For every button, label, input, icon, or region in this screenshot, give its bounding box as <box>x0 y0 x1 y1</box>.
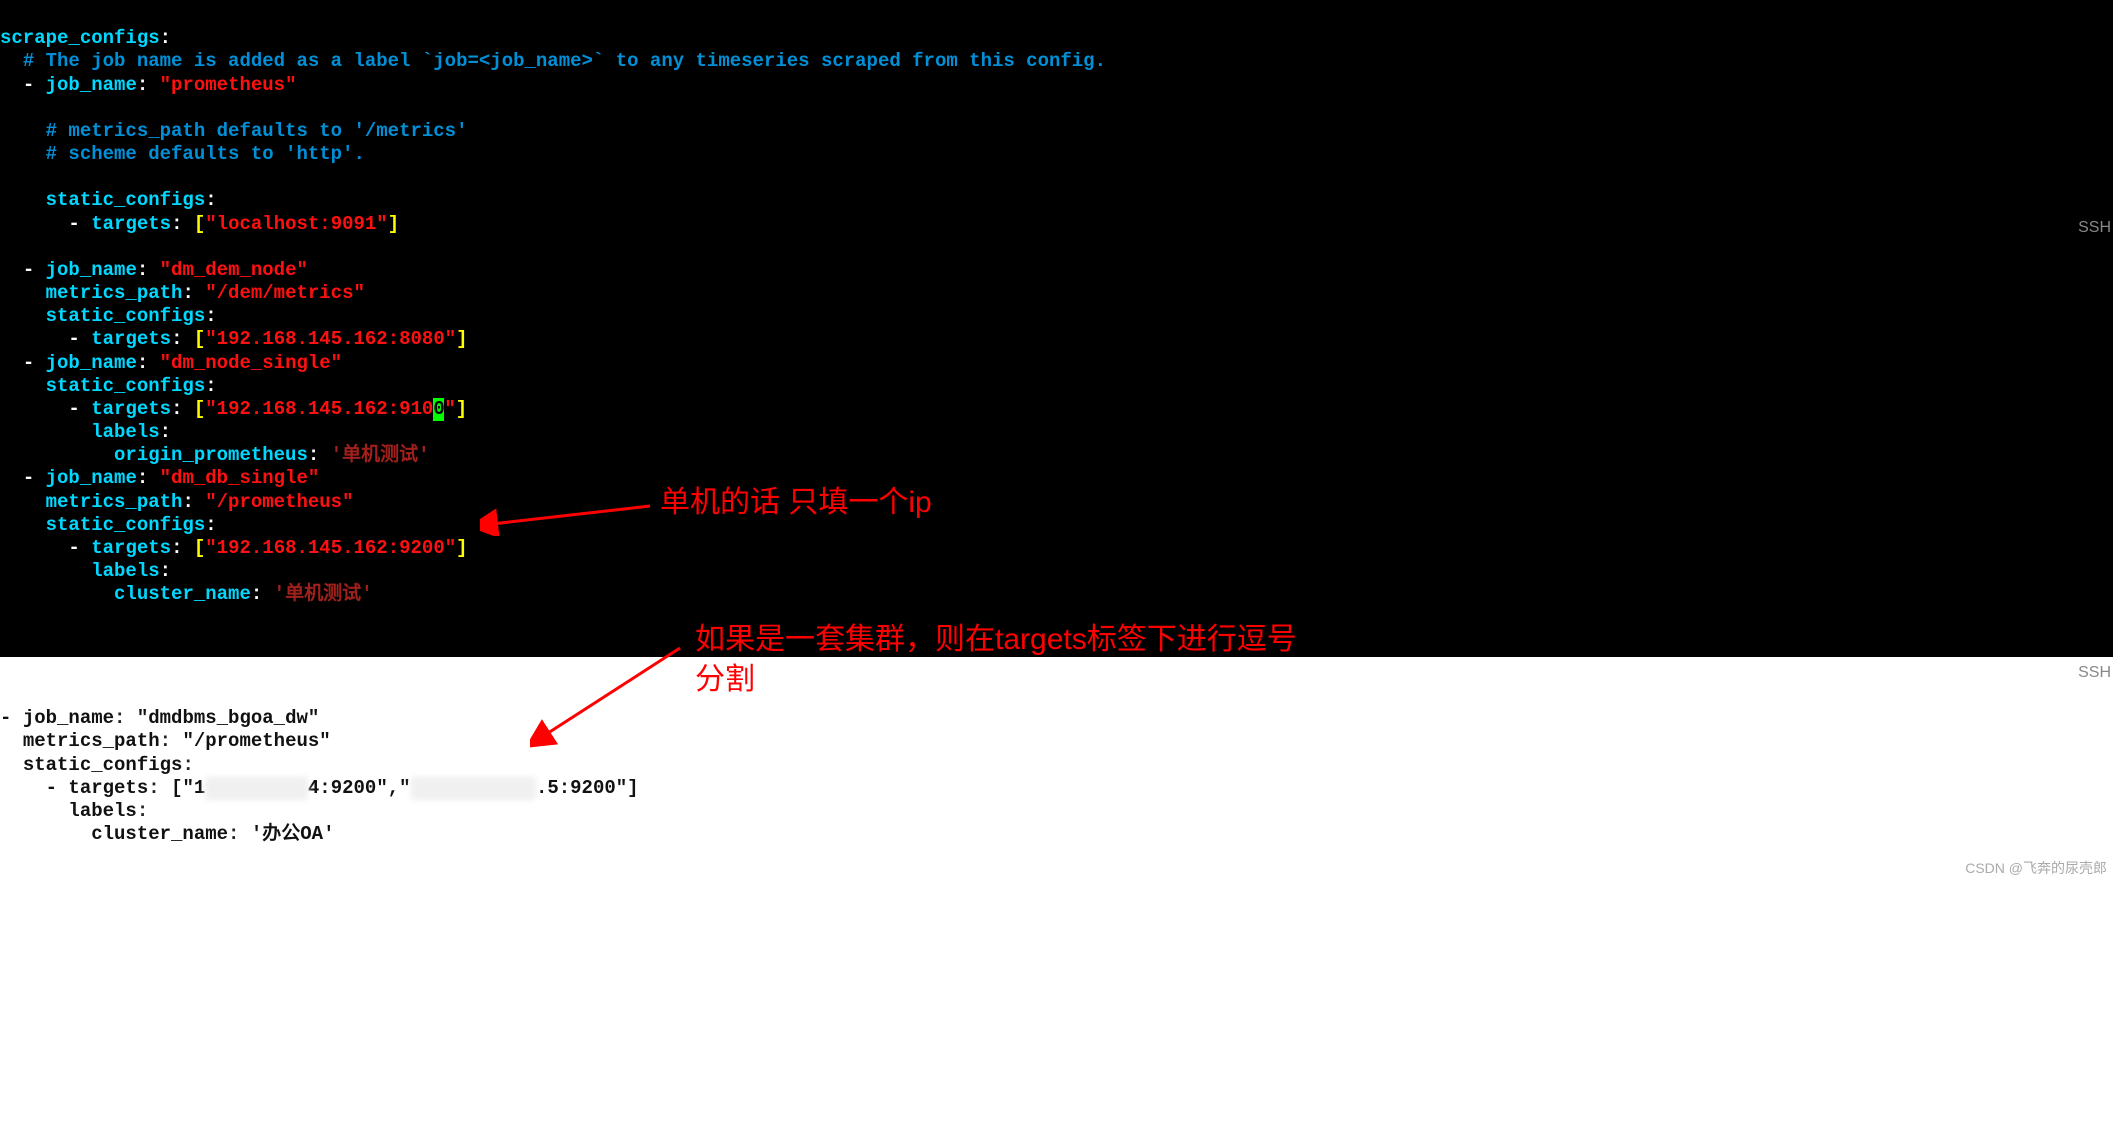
key-static-configs: static_configs <box>46 305 206 327</box>
key-job-name: job_name <box>23 707 114 729</box>
key-job-name: job_name <box>46 467 137 489</box>
key-labels: labels <box>91 421 159 443</box>
key-static-configs: static_configs <box>46 375 206 397</box>
value-job1-target: "localhost:9091" <box>205 213 387 235</box>
list-dash: - <box>68 213 79 235</box>
key-labels: labels <box>91 560 159 582</box>
value-job4-mp: "/prometheus" <box>205 491 353 513</box>
comment-jobname: # The job name is added as a label `job=… <box>23 50 1106 72</box>
t-mid: 4:9200"," <box>308 777 411 799</box>
list-dash: - <box>23 467 34 489</box>
key-static-configs: static_configs <box>46 514 206 536</box>
key-targets: targets <box>91 398 171 420</box>
value-cluster-name: '单机测试' <box>274 583 373 605</box>
value-cluster-name-light: '办公OA' <box>251 823 335 845</box>
ssh-label-light: SSH <box>2078 663 2111 683</box>
ssh-label-top: SSH <box>2078 218 2111 238</box>
value-job3-name: "dm_node_single" <box>160 352 342 374</box>
key-metrics-path: metrics_path <box>46 491 183 513</box>
key-targets: targets <box>91 213 171 235</box>
value-job2-target: "192.168.145.162:8080" <box>205 328 456 350</box>
key-scrape-configs: scrape_configs <box>0 27 160 49</box>
list-dash: - <box>68 398 79 420</box>
key-job-name: job_name <box>46 259 137 281</box>
comment-scheme: # scheme defaults to 'http'. <box>46 143 365 165</box>
list-dash: - <box>23 259 34 281</box>
value-job5-mp: "/prometheus" <box>182 730 330 752</box>
key-static-configs: static_configs <box>46 189 206 211</box>
list-dash: - <box>68 328 79 350</box>
terminal-config-block: scrape_configs: # The job name is added … <box>0 0 2113 657</box>
key-targets: targets <box>68 777 148 799</box>
watermark-credits: CSDN @飞奔的尿壳郎 <box>1965 860 2107 877</box>
cursor-block: 0 <box>433 398 444 421</box>
list-dash: - <box>0 707 11 729</box>
value-job1-name: "prometheus" <box>160 74 297 96</box>
value-job2-mp: "/dem/metrics" <box>205 282 365 304</box>
value-job3-target-a: "192.168.145.162:910 <box>205 398 433 420</box>
key-job-name: job_name <box>46 352 137 374</box>
key-targets: targets <box>91 537 171 559</box>
colon: : <box>160 27 171 49</box>
key-origin-prometheus: origin_prometheus <box>114 444 308 466</box>
comment-metrics-path: # metrics_path defaults to '/metrics' <box>46 120 468 142</box>
value-job3-target-b: " <box>444 398 455 420</box>
list-dash: - <box>46 777 57 799</box>
key-metrics-path: metrics_path <box>46 282 183 304</box>
value-origin-prometheus: '单机测试' <box>331 444 430 466</box>
light-config-block: - job_name: "dmdbms_bgoa_dw" metrics_pat… <box>0 657 2113 880</box>
key-metrics-path: metrics_path <box>23 730 160 752</box>
list-dash: - <box>23 74 34 96</box>
key-cluster-name: cluster_name <box>114 583 251 605</box>
t-open: ["1 <box>171 777 205 799</box>
value-job4-name: "dm_db_single" <box>160 467 320 489</box>
value-job4-target: "192.168.145.162:9200" <box>205 537 456 559</box>
key-static-configs: static_configs <box>23 754 183 776</box>
t-close: .5:9200"] <box>536 777 639 799</box>
redacted-ip-a: .xxx.xxx. <box>205 777 308 800</box>
redacted-ip-b: xxx.xxx.xxx <box>411 777 536 800</box>
key-targets: targets <box>91 328 171 350</box>
value-job2-name: "dm_dem_node" <box>160 259 308 281</box>
list-dash: - <box>23 352 34 374</box>
list-dash: - <box>68 537 79 559</box>
value-job5-name: "dmdbms_bgoa_dw" <box>137 707 319 729</box>
key-job-name: job_name <box>46 74 137 96</box>
key-labels: labels <box>68 800 136 822</box>
key-cluster-name: cluster_name <box>91 823 228 845</box>
